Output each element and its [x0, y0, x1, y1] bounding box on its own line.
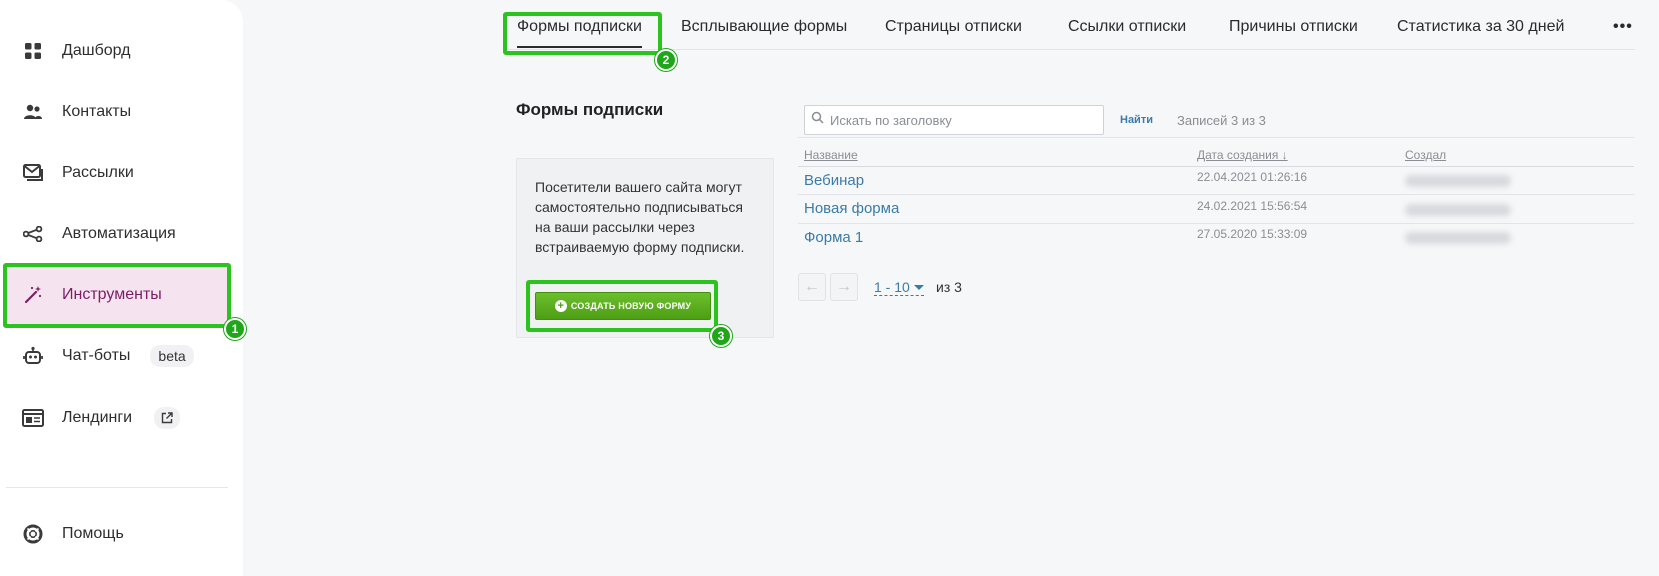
sidebar-item-dashboard[interactable]: Дашборд — [6, 22, 228, 80]
sidebar-item-label: Чат-боты — [62, 347, 131, 364]
sidebar-item-label: Дашборд — [62, 42, 131, 59]
sidebar-item-automation[interactable]: Автоматизация — [6, 205, 228, 263]
step-marker-3: 3 — [710, 325, 732, 347]
table-header-divider — [798, 166, 1634, 167]
arrow-right-icon: → — [836, 278, 852, 295]
sidebar-item-label: Контакты — [62, 103, 132, 120]
sidebar-item-label: Рассылки — [62, 164, 134, 181]
plus-circle-icon: + — [554, 300, 567, 312]
pagination-total: из 3 — [936, 279, 962, 295]
author-blurred — [1405, 232, 1511, 244]
form-name-link[interactable]: Новая форма — [804, 200, 899, 217]
mail-icon — [22, 162, 44, 184]
table-top-divider — [798, 137, 1634, 138]
create-new-form-label: СОЗДАТЬ НОВУЮ ФОРМУ — [570, 301, 692, 311]
author-blurred — [1405, 175, 1511, 187]
page-title: Формы подписки — [516, 100, 664, 119]
landing-icon — [22, 407, 44, 429]
column-header-author[interactable]: Создал — [1405, 148, 1446, 162]
created-date: 22.04.2021 01:26:16 — [1197, 170, 1308, 184]
author-blurred — [1405, 204, 1511, 216]
row-divider — [798, 194, 1634, 195]
search-box — [804, 105, 1104, 135]
tab-unsubscribe-pages[interactable]: Страницы отписки — [885, 18, 1022, 36]
sidebar-item-label: Помощь — [62, 525, 124, 542]
tab-stats-30-days[interactable]: Статистика за 30 дней — [1397, 18, 1564, 36]
step-marker-2: 2 — [655, 49, 677, 71]
help-lifebuoy-icon — [22, 523, 44, 545]
column-header-name[interactable]: Название — [804, 148, 858, 162]
sidebar-item-label: Автоматизация — [62, 225, 176, 242]
users-icon — [22, 101, 44, 123]
grid-icon — [22, 40, 44, 62]
info-card: Посетители вашего сайта могут самостояте… — [516, 158, 774, 338]
next-page-button[interactable]: → — [830, 273, 858, 301]
external-link-icon[interactable] — [154, 407, 181, 429]
page-range-label: 1 - 10 — [874, 279, 910, 295]
sidebar-divider — [6, 487, 228, 488]
sidebar: Дашборд Контакты Рассылки Автоматизация … — [0, 0, 243, 576]
step-marker-1: 1 — [224, 318, 246, 340]
tab-unsubscribe-reasons[interactable]: Причины отписки — [1229, 18, 1358, 36]
sidebar-item-help[interactable]: Помощь — [6, 505, 228, 563]
robot-icon — [22, 345, 44, 367]
more-tabs-icon[interactable]: ••• — [1613, 18, 1633, 36]
sidebar-item-label: Лендинги — [62, 409, 133, 426]
tab-subscription-forms[interactable]: Формы подписки — [517, 18, 642, 48]
row-divider — [798, 223, 1634, 224]
sidebar-item-contacts[interactable]: Контакты — [6, 83, 228, 141]
tab-popup-forms[interactable]: Всплывающие формы — [681, 18, 847, 36]
sidebar-item-landings[interactable]: Лендинги — [6, 389, 228, 447]
beta-badge: beta — [150, 345, 194, 367]
top-tabs: Формы подписки Всплывающие формы Страниц… — [505, 0, 1635, 50]
created-date: 27.05.2020 15:33:09 — [1197, 227, 1308, 241]
sidebar-item-label: Инструменты — [62, 286, 162, 303]
records-count: Записей 3 из 3 — [1177, 113, 1266, 128]
form-name-link[interactable]: Вебинар — [804, 172, 864, 189]
page-size-dropdown[interactable]: 1 - 10 — [874, 279, 924, 296]
sidebar-item-chatbots[interactable]: Чат-боты beta — [6, 327, 228, 385]
sidebar-item-tools[interactable]: Инструменты — [6, 266, 228, 324]
search-icon — [811, 111, 824, 129]
column-header-created-date[interactable]: Дата создания ↓ — [1197, 148, 1288, 162]
create-new-form-button[interactable]: + СОЗДАТЬ НОВУЮ ФОРМУ — [535, 292, 711, 320]
magic-wand-icon — [22, 284, 44, 306]
flow-icon — [22, 223, 44, 245]
created-date: 24.02.2021 15:56:54 — [1197, 199, 1308, 213]
prev-page-button[interactable]: ← — [798, 273, 826, 301]
form-name-link[interactable]: Форма 1 — [804, 229, 863, 246]
search-input[interactable] — [830, 112, 1090, 128]
sidebar-item-mailings[interactable]: Рассылки — [6, 144, 228, 202]
tab-unsubscribe-links[interactable]: Ссылки отписки — [1068, 18, 1186, 36]
caret-down-icon — [913, 284, 924, 290]
arrow-left-icon: ← — [804, 278, 820, 295]
info-text: Посетители вашего сайта могут самостояте… — [535, 179, 745, 255]
find-button[interactable]: Найти — [1120, 114, 1153, 126]
